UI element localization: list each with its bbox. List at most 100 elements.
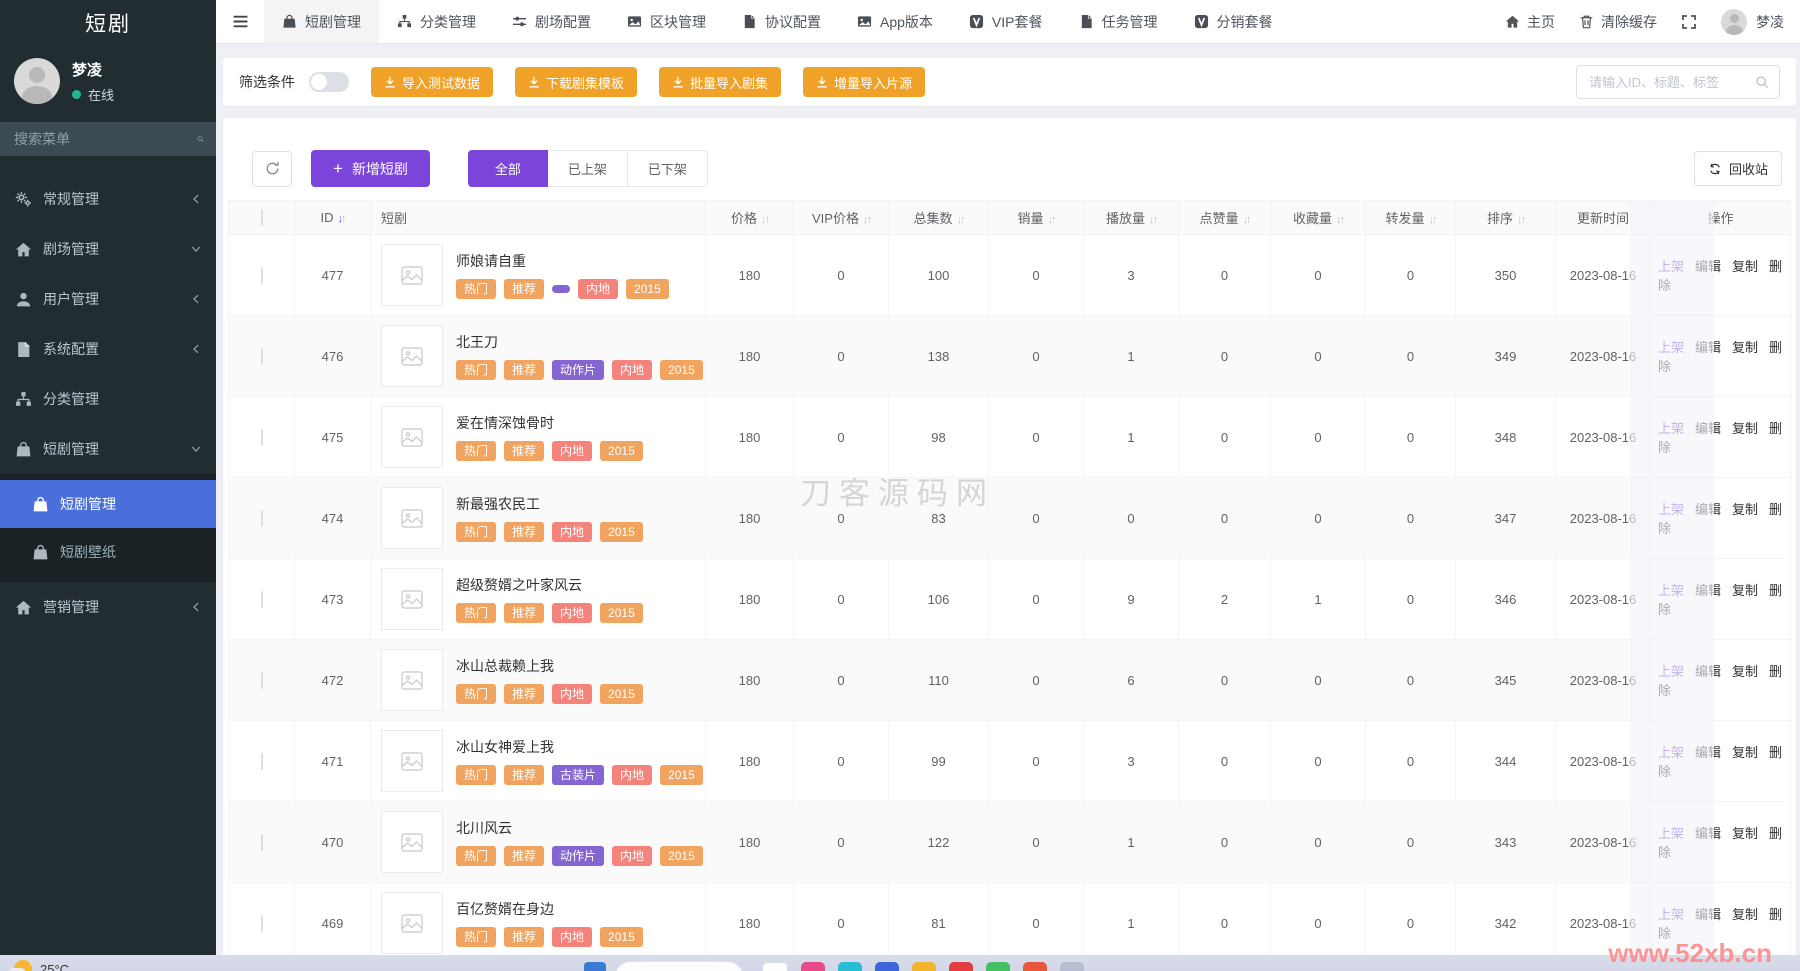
drama-thumbnail[interactable] (381, 244, 443, 306)
sidebar-item[interactable]: 剧场管理 (0, 224, 216, 274)
action-copy-link[interactable]: 复制 (1732, 502, 1758, 517)
add-drama-button[interactable]: + 新增短剧 (311, 150, 430, 187)
taskbar-app-icon[interactable] (1023, 962, 1047, 971)
drama-thumbnail[interactable] (381, 487, 443, 549)
sidebar-item[interactable]: 用户管理 (0, 274, 216, 324)
action-edit-link[interactable]: 编辑 (1695, 826, 1721, 841)
sidebar-item[interactable]: 分类管理 (0, 374, 216, 424)
status-tab[interactable]: 已上架 (548, 150, 628, 187)
import-button[interactable]: 批量导入剧集 (659, 67, 781, 97)
home-link[interactable]: 主页 (1505, 12, 1555, 32)
action-publish-link[interactable]: 上架 (1658, 340, 1684, 355)
refresh-button[interactable] (252, 151, 292, 187)
filter-toggle[interactable] (309, 72, 349, 92)
fullscreen-button[interactable] (1681, 14, 1697, 30)
action-edit-link[interactable]: 编辑 (1695, 664, 1721, 679)
row-checkbox[interactable] (261, 753, 263, 770)
search-icon[interactable] (1755, 75, 1769, 89)
topnav-user[interactable]: 梦凌 (1721, 9, 1784, 35)
action-copy-link[interactable]: 复制 (1732, 340, 1758, 355)
taskbar-app-icon[interactable] (949, 962, 973, 971)
nav-tab[interactable]: App版本 (839, 0, 951, 43)
action-publish-link[interactable]: 上架 (1658, 907, 1684, 922)
sidebar-item[interactable]: 短剧管理 (0, 424, 216, 474)
sort-icon[interactable]: ↓↑ (1149, 214, 1156, 226)
nav-tab[interactable]: 任务管理 (1061, 0, 1176, 43)
row-checkbox[interactable] (261, 429, 263, 446)
action-copy-link[interactable]: 复制 (1732, 583, 1758, 598)
action-edit-link[interactable]: 编辑 (1695, 907, 1721, 922)
action-copy-link[interactable]: 复制 (1732, 745, 1758, 760)
drama-thumbnail[interactable] (381, 811, 443, 873)
action-edit-link[interactable]: 编辑 (1695, 259, 1721, 274)
nav-tab[interactable]: 区块管理 (609, 0, 724, 43)
drama-thumbnail[interactable] (381, 568, 443, 630)
drama-thumbnail[interactable] (381, 649, 443, 711)
row-checkbox[interactable] (261, 348, 263, 365)
drama-thumbnail[interactable] (381, 325, 443, 387)
action-copy-link[interactable]: 复制 (1732, 421, 1758, 436)
sort-icon[interactable]: ↓↑ (1336, 214, 1343, 226)
nav-tab[interactable]: 分销套餐 (1176, 0, 1291, 43)
action-publish-link[interactable]: 上架 (1658, 502, 1684, 517)
taskbar-app-icon[interactable] (838, 962, 862, 971)
table-search-input[interactable] (1587, 74, 1755, 91)
action-publish-link[interactable]: 上架 (1658, 259, 1684, 274)
action-copy-link[interactable]: 复制 (1732, 907, 1758, 922)
action-edit-link[interactable]: 编辑 (1695, 583, 1721, 598)
sort-icon[interactable]: ↓↑ (761, 214, 768, 226)
select-all-checkbox[interactable] (261, 209, 263, 226)
sidebar-search[interactable] (0, 122, 216, 156)
action-publish-link[interactable]: 上架 (1658, 826, 1684, 841)
import-button[interactable]: 导入测试数据 (371, 67, 493, 97)
row-checkbox[interactable] (261, 834, 263, 851)
action-edit-link[interactable]: 编辑 (1695, 340, 1721, 355)
taskbar-app-icon[interactable] (762, 962, 788, 971)
recycle-bin-button[interactable]: 回收站 (1694, 151, 1782, 186)
sort-icon[interactable]: ↓↑ (863, 214, 870, 226)
nav-tab[interactable]: 剧场配置 (494, 0, 609, 43)
drama-thumbnail[interactable] (381, 406, 443, 468)
sort-icon[interactable]: ↓↑ (1517, 214, 1524, 226)
taskbar-weather-widget[interactable]: 25°C (14, 960, 69, 971)
nav-tab[interactable]: VIP套餐 (951, 0, 1061, 43)
search-icon[interactable] (197, 132, 204, 146)
sort-icon[interactable]: ↓↑ (957, 214, 964, 226)
row-checkbox[interactable] (261, 267, 263, 284)
sort-icon[interactable]: ↓↑ (1243, 214, 1250, 226)
sidebar-item[interactable]: 常规管理 (0, 174, 216, 224)
import-button[interactable]: 增量导入片源 (803, 67, 925, 97)
action-copy-link[interactable]: 复制 (1732, 664, 1758, 679)
action-publish-link[interactable]: 上架 (1658, 745, 1684, 760)
nav-tab[interactable]: 短剧管理 (264, 0, 379, 43)
row-checkbox[interactable] (261, 672, 263, 689)
row-checkbox[interactable] (261, 591, 263, 608)
drama-thumbnail[interactable] (381, 730, 443, 792)
hamburger-button[interactable] (216, 0, 264, 43)
nav-tab[interactable]: 协议配置 (724, 0, 839, 43)
table-search[interactable] (1576, 65, 1780, 99)
status-tab[interactable]: 全部 (468, 150, 548, 187)
action-publish-link[interactable]: 上架 (1658, 583, 1684, 598)
taskbar-app-icon[interactable] (875, 962, 899, 971)
row-checkbox[interactable] (261, 510, 263, 527)
nav-tab[interactable]: 分类管理 (379, 0, 494, 43)
drama-thumbnail[interactable] (381, 892, 443, 954)
taskbar-app-icon[interactable] (801, 962, 825, 971)
taskbar-app-icon[interactable] (912, 962, 936, 971)
sort-icon[interactable]: ↓↑ (1429, 214, 1436, 226)
windows-start-button[interactable] (584, 962, 606, 971)
taskbar-app-icon[interactable] (1060, 962, 1084, 971)
sidebar-item[interactable]: 系统配置 (0, 324, 216, 374)
action-publish-link[interactable]: 上架 (1658, 421, 1684, 436)
import-button[interactable]: 下载剧集模板 (515, 67, 637, 97)
action-publish-link[interactable]: 上架 (1658, 664, 1684, 679)
action-copy-link[interactable]: 复制 (1732, 259, 1758, 274)
taskbar-search[interactable] (614, 961, 744, 971)
action-copy-link[interactable]: 复制 (1732, 826, 1758, 841)
sidebar-subitem[interactable]: 短剧壁纸 (0, 528, 216, 576)
action-edit-link[interactable]: 编辑 (1695, 421, 1721, 436)
row-checkbox[interactable] (261, 915, 263, 932)
sort-icon[interactable]: ↓↑ (1048, 214, 1055, 226)
taskbar-app-icon[interactable] (986, 962, 1010, 971)
